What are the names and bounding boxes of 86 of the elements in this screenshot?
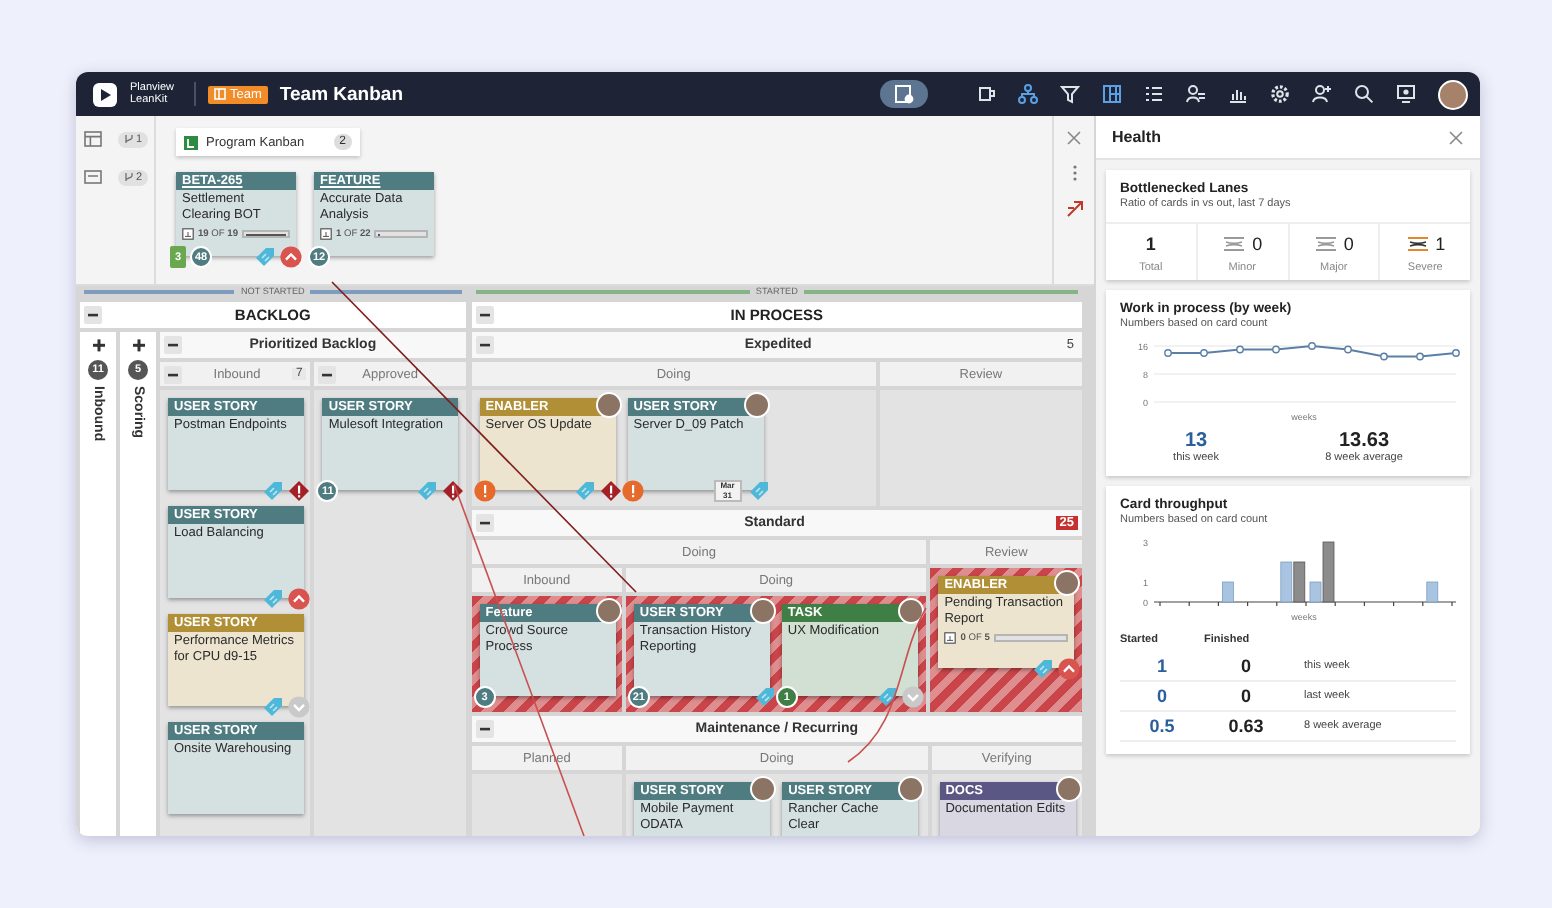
tag-icon xyxy=(252,246,276,268)
chevron-down-circle-icon xyxy=(901,686,924,708)
table-cell: 1 xyxy=(1120,652,1204,682)
bottleneck-icon xyxy=(1313,236,1338,252)
exclamation-diamond-icon xyxy=(288,480,310,502)
board-icon xyxy=(214,88,226,100)
table-cell: 0.5 xyxy=(1120,712,1204,742)
close-icon[interactable] xyxy=(1448,129,1464,145)
data-point xyxy=(1380,352,1388,361)
monitor-icon[interactable] xyxy=(1396,84,1416,104)
stat-value: 0 xyxy=(1343,234,1354,254)
data-point xyxy=(1164,349,1172,357)
data-point xyxy=(1308,342,1316,350)
hierarchy-icon[interactable] xyxy=(1018,84,1038,104)
tag-icon xyxy=(571,480,596,502)
board-icon[interactable] xyxy=(1102,84,1122,104)
child-cards-icon xyxy=(944,632,957,644)
child-cards-icon xyxy=(320,228,332,240)
minus-icon[interactable] xyxy=(475,306,494,324)
minus-icon[interactable] xyxy=(475,514,494,532)
plus-icon[interactable] xyxy=(89,336,107,354)
branch-icon xyxy=(124,172,134,182)
stat-value: 0 xyxy=(1252,234,1263,254)
tag-icon xyxy=(745,480,770,502)
stat-value: 1 xyxy=(1145,234,1156,254)
tag-icon xyxy=(873,686,898,708)
exclamation-diamond-icon xyxy=(442,480,465,502)
exclamation-circle-icon xyxy=(473,480,496,502)
panel-title: Health xyxy=(1112,128,1161,146)
data-point xyxy=(1416,352,1424,361)
data-point xyxy=(1452,349,1460,357)
table-cell: 0 xyxy=(1204,652,1288,682)
table-icon[interactable] xyxy=(84,130,102,148)
bottleneck-icon xyxy=(1222,236,1247,252)
chevron-up-circle-icon xyxy=(288,588,310,610)
stat-value: 13.63 xyxy=(1337,430,1392,452)
checklist-icon[interactable] xyxy=(1144,84,1164,104)
minus-icon[interactable] xyxy=(164,365,182,383)
tag-icon xyxy=(260,696,284,718)
minus-icon[interactable] xyxy=(475,336,494,354)
tag-icon xyxy=(414,480,439,502)
arrow-icon[interactable] xyxy=(1065,200,1083,218)
data-point xyxy=(1344,345,1352,354)
chevron-down-circle-icon xyxy=(288,696,310,718)
stat-value: 1 xyxy=(1435,234,1446,254)
people-icon[interactable] xyxy=(1186,84,1206,104)
data-point xyxy=(1200,349,1208,357)
child-cards-icon xyxy=(182,228,194,240)
bar-chart-icon[interactable] xyxy=(1228,84,1248,104)
data-point xyxy=(1272,345,1280,354)
minus-icon[interactable] xyxy=(318,365,337,383)
plus-icon[interactable] xyxy=(129,336,147,354)
bar xyxy=(1222,581,1234,603)
more-icon[interactable] xyxy=(1071,164,1077,182)
minus-icon[interactable] xyxy=(475,720,494,738)
tag-icon xyxy=(260,480,284,502)
cup-icon[interactable] xyxy=(976,84,996,104)
close-icon[interactable] xyxy=(1066,130,1082,146)
exclamation-diamond-icon xyxy=(599,480,622,502)
board-title: Team Kanban xyxy=(279,83,403,105)
minus-icon[interactable] xyxy=(164,336,182,354)
bar xyxy=(1426,581,1439,603)
settings-icon[interactable] xyxy=(1270,84,1290,104)
chevron-up-circle-icon xyxy=(280,246,302,268)
data-point xyxy=(1236,345,1244,354)
tag-icon xyxy=(751,686,776,708)
tag-icon xyxy=(1030,658,1055,680)
search-icon[interactable] xyxy=(1354,84,1374,104)
board-icon xyxy=(184,135,198,149)
tag-icon xyxy=(260,588,284,610)
avatar[interactable] xyxy=(1438,79,1468,109)
table-cell: 0.63 xyxy=(1204,712,1288,742)
exclamation-circle-icon xyxy=(621,480,644,502)
card-icon[interactable] xyxy=(84,168,102,186)
filter-icon[interactable] xyxy=(1060,84,1080,104)
branch-icon xyxy=(124,134,134,144)
chevron-up-circle-icon xyxy=(1058,658,1081,680)
document-icon xyxy=(894,84,914,104)
table-cell: 0 xyxy=(1120,682,1204,712)
minus-icon[interactable] xyxy=(84,306,102,324)
logo-icon xyxy=(92,81,118,107)
bottleneck-icon xyxy=(1405,236,1430,252)
board-view-button[interactable] xyxy=(880,80,928,108)
table-cell: 0 xyxy=(1204,682,1288,712)
add-user-icon[interactable] xyxy=(1312,84,1332,104)
stat-value: 13 xyxy=(1182,430,1210,452)
